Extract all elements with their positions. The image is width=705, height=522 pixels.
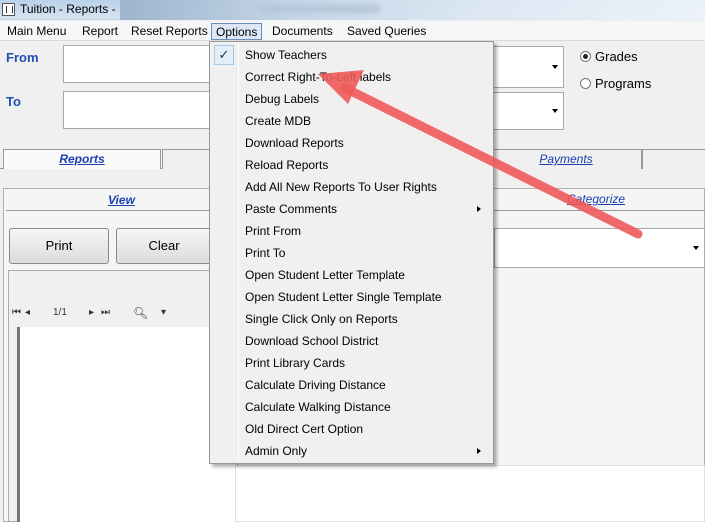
report-canvas: [17, 327, 237, 522]
menu-item-label: Paste Comments: [245, 202, 338, 216]
submenu-arrow-icon: [477, 448, 481, 454]
tab-payments[interactable]: Payments: [490, 149, 642, 169]
chevron-down-icon: [552, 109, 558, 113]
to-label: To: [6, 94, 21, 109]
menu-item-old-direct-cert-option[interactable]: Old Direct Cert Option: [212, 418, 491, 440]
menu-item-download-school-district[interactable]: Download School District: [212, 330, 491, 352]
search-icon[interactable]: 🔍︎: [133, 306, 148, 320]
menu-item-add-all-new-reports-to-user-rights[interactable]: Add All New Reports To User Rights: [212, 176, 491, 198]
menu-bar: Main Menu Report Reset Reports Options D…: [0, 21, 705, 41]
tab-next[interactable]: [642, 149, 705, 169]
menu-item-label: Create MDB: [245, 114, 312, 128]
menu-item-admin-only[interactable]: Admin Only: [212, 440, 491, 462]
radio-checked-icon: [580, 51, 591, 62]
radio-programs-label: Programs: [595, 76, 652, 91]
menu-item-print-from[interactable]: Print From: [212, 220, 491, 242]
prev-page-icon[interactable]: ◂: [25, 307, 30, 318]
zoom-dropdown-icon[interactable]: ▾: [161, 307, 166, 318]
menu-item-label: Debug Labels: [245, 92, 320, 106]
subtab-categorize[interactable]: Categorize: [567, 192, 625, 206]
print-button[interactable]: Print: [9, 228, 109, 264]
checkmark-icon: ✓: [214, 45, 234, 65]
from-input[interactable]: [63, 45, 213, 83]
menu-item-calculate-walking-distance[interactable]: Calculate Walking Distance: [212, 396, 491, 418]
menu-item-create-mdb[interactable]: Create MDB: [212, 110, 491, 132]
radio-grades-label: Grades: [595, 49, 638, 64]
menu-item-paste-comments[interactable]: Paste Comments: [212, 198, 491, 220]
tab-blank[interactable]: [162, 149, 210, 169]
to-input[interactable]: [63, 91, 213, 129]
tab-reports[interactable]: Reports: [3, 149, 161, 169]
menu-item-reload-reports[interactable]: Reload Reports: [212, 154, 491, 176]
menu-item-label: Download Reports: [245, 136, 344, 150]
menu-item-label: Print To: [245, 246, 286, 260]
menu-item-print-library-cards[interactable]: Print Library Cards: [212, 352, 491, 374]
radio-programs[interactable]: Programs: [580, 76, 651, 91]
menu-item-label: Show Teachers: [245, 48, 327, 62]
menu-item-label: Correct Right-To-Left labels: [245, 70, 392, 84]
menu-item-label: Print From: [245, 224, 302, 238]
menu-item-calculate-driving-distance[interactable]: Calculate Driving Distance: [212, 374, 491, 396]
menu-item-single-click-only-on-reports[interactable]: Single Click Only on Reports: [212, 308, 491, 330]
menu-item-open-student-letter-single-template[interactable]: Open Student Letter Single Template: [212, 286, 491, 308]
submenu-arrow-icon: [477, 206, 481, 212]
report-viewer: ⏮ ◂ 1/1 ▸ ⏭ 🔍︎ ▾: [8, 270, 238, 522]
menu-saved-queries[interactable]: Saved Queries: [343, 23, 430, 40]
menu-report[interactable]: Report: [78, 23, 122, 40]
report-combo[interactable]: [494, 228, 705, 268]
next-page-icon[interactable]: ▸: [89, 307, 94, 318]
menu-item-download-reports[interactable]: Download Reports: [212, 132, 491, 154]
menu-item-label: Single Click Only on Reports: [245, 312, 398, 326]
window-title: Tuition - Reports -: [20, 2, 116, 16]
menu-item-label: Open Student Letter Single Template: [245, 290, 442, 304]
menu-item-label: Calculate Driving Distance: [245, 378, 386, 392]
app-book-icon: [2, 3, 15, 16]
blurred-title-region: [120, 0, 705, 20]
chevron-down-icon: [552, 65, 558, 69]
clear-button[interactable]: Clear: [116, 228, 212, 264]
last-page-icon[interactable]: ⏭: [101, 307, 110, 318]
viewer-toolbar: ⏮ ◂ 1/1 ▸ ⏭ 🔍︎ ▾: [9, 306, 237, 323]
menu-item-open-student-letter-template[interactable]: Open Student Letter Template: [212, 264, 491, 286]
page-indicator: 1/1: [53, 307, 67, 318]
subtab-view[interactable]: View: [108, 193, 135, 207]
options-dropdown: ✓ Show Teachers Correct Right-To-Left labe…: [209, 41, 494, 464]
title-bar: Tuition - Reports -: [0, 0, 705, 20]
radio-grades[interactable]: Grades: [580, 49, 638, 64]
menu-reset-reports[interactable]: Reset Reports: [127, 23, 212, 40]
menu-item-label: Old Direct Cert Option: [245, 422, 364, 436]
menu-item-print-to[interactable]: Print To: [212, 242, 491, 264]
menu-options[interactable]: Options: [211, 23, 263, 40]
menu-item-label: Admin Only: [245, 444, 308, 458]
menu-item-show-teachers[interactable]: ✓ Show Teachers: [212, 44, 491, 66]
menu-item-debug-labels[interactable]: Debug Labels: [212, 88, 491, 110]
from-label: From: [6, 50, 39, 65]
menu-item-label: Print Library Cards: [245, 356, 346, 370]
radio-unchecked-icon: [580, 78, 591, 89]
menu-item-label: Download School District: [245, 334, 379, 348]
menu-item-label: Calculate Walking Distance: [245, 400, 391, 414]
menu-item-label: Reload Reports: [245, 158, 329, 172]
menu-main-menu[interactable]: Main Menu: [3, 23, 70, 40]
blank-area: [235, 465, 705, 522]
chevron-down-icon: [693, 246, 699, 250]
menu-documents[interactable]: Documents: [268, 23, 337, 40]
menu-item-label: Add All New Reports To User Rights: [245, 180, 437, 194]
first-page-icon[interactable]: ⏮: [12, 307, 21, 318]
menu-item-correct-right-to-left-labels[interactable]: Correct Right-To-Left labels: [212, 66, 491, 88]
menu-item-label: Open Student Letter Template: [245, 268, 405, 282]
